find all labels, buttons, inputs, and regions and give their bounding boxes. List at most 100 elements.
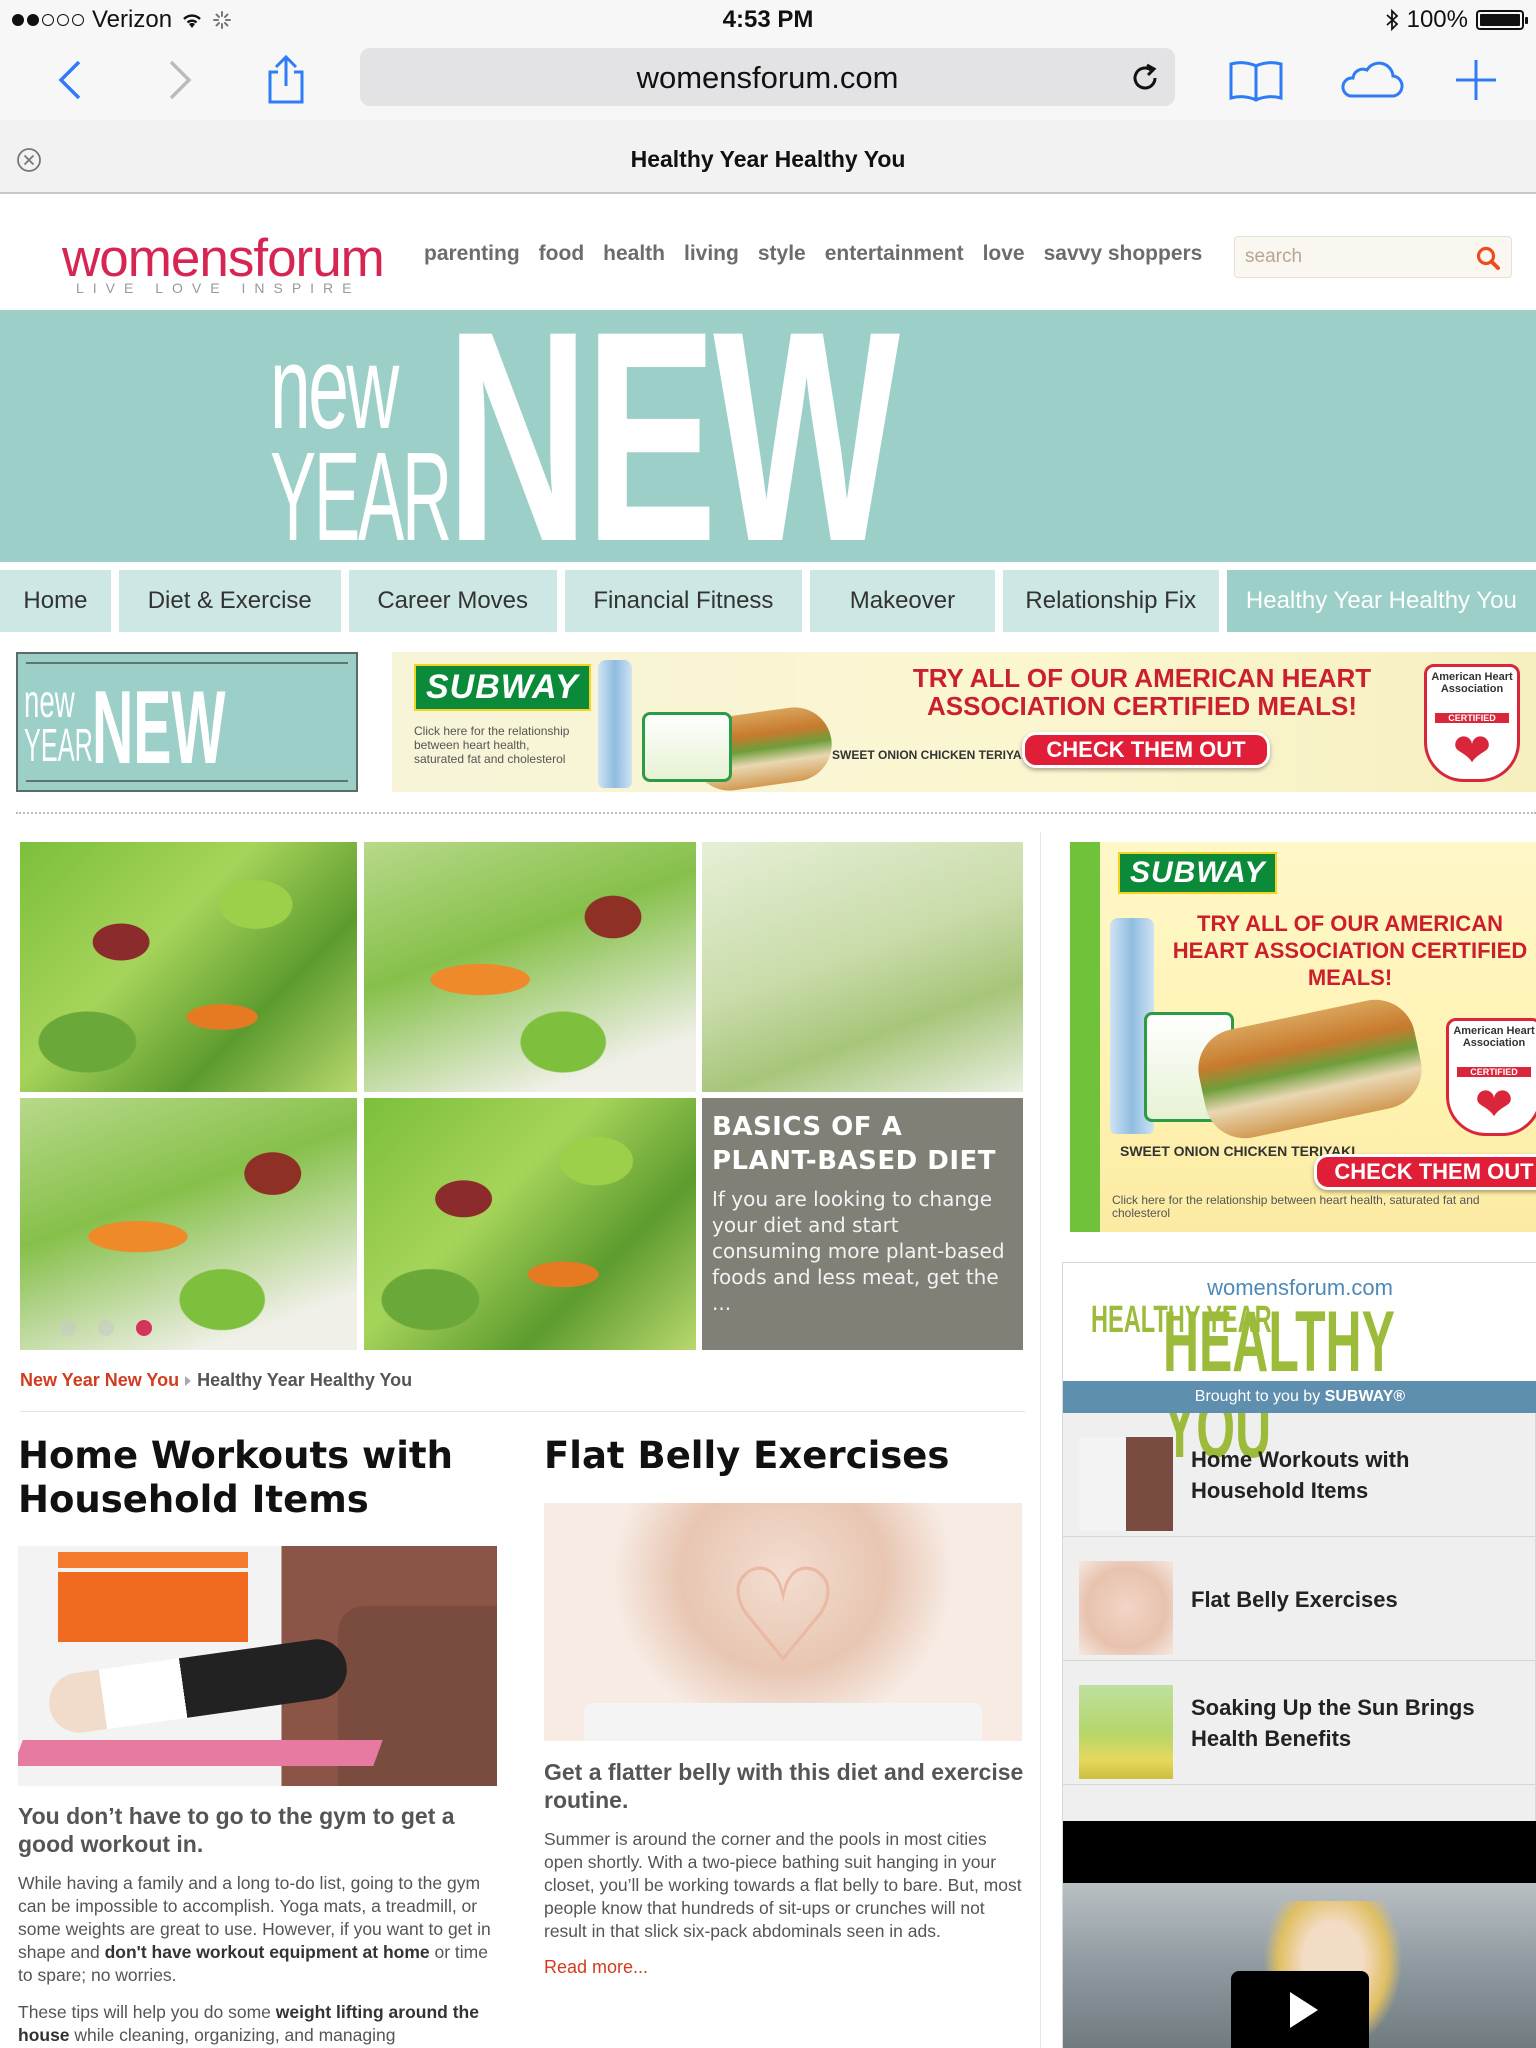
article-subtitle: You don’t have to go to the gym to get a…	[18, 1803, 455, 1857]
chevron-right-icon	[169, 60, 192, 100]
breadcrumb: New Year New You Healthy Year Healthy Yo…	[20, 1370, 412, 1391]
check-them-out-button[interactable]: CHECK THEM OUT	[1314, 1154, 1536, 1190]
reload-icon[interactable]	[1127, 60, 1163, 96]
pager-dot[interactable]	[98, 1320, 114, 1336]
ad-fine-print: Click here for the relationship between …	[414, 724, 570, 766]
water-bottle-image	[598, 660, 632, 788]
tab-healthy-year-healthy-you[interactable]: Healthy Year Healthy You	[1226, 570, 1536, 632]
article-subtitle: Get a flatter belly with this diet and e…	[544, 1759, 1024, 1813]
status-bar: Verizon 4:53 PM 100%	[0, 0, 1536, 40]
flat-belly-image[interactable]: ♡	[544, 1503, 1022, 1741]
battery-level	[1480, 14, 1520, 26]
icloud-tabs-button[interactable]	[1334, 50, 1406, 110]
check-them-out-button[interactable]: CHECK THEM OUT	[1022, 732, 1270, 768]
pager-dot[interactable]	[60, 1320, 76, 1336]
subway-logo: SUBWAY	[414, 664, 591, 711]
healthy-year-logo[interactable]: womensforum.com HEALTHY YEAR HEALTHY YOU	[1063, 1263, 1536, 1471]
search-box	[1234, 236, 1512, 278]
article-title[interactable]: Home Workouts with Household Items	[18, 1434, 498, 1522]
sidebar-item-flat-belly[interactable]: Flat Belly Exercises	[1063, 1537, 1536, 1661]
share-icon	[268, 54, 304, 104]
slide-pager	[60, 1320, 152, 1336]
sidebar-item-label: Flat Belly Exercises	[1191, 1586, 1398, 1612]
badge-text: American Heart Association	[1453, 1025, 1535, 1049]
badge-text: American Heart Association	[1431, 671, 1513, 695]
article-home-workouts: Home Workouts with Household Items	[18, 1434, 498, 1522]
breadcrumb-parent-link[interactable]: New Year New You	[20, 1370, 179, 1391]
top-navigation: parenting food health living style entertainm…	[424, 242, 1202, 266]
mini-logo-year: YEAR	[24, 719, 93, 771]
tab-home[interactable]: Home	[0, 570, 111, 632]
site-logo[interactable]: womensforum LIVE LOVE INSPIRE	[60, 204, 385, 296]
subway-sidebar-ad[interactable]: SUBWAY TRY ALL OF OUR AMERICAN HEART ASS…	[1070, 842, 1536, 1232]
tab-bar: Healthy Year Healthy You	[0, 120, 1536, 194]
address-bar[interactable]: womensforum.com	[360, 48, 1175, 106]
tab-title[interactable]: Healthy Year Healthy You	[0, 146, 1536, 173]
nav-link-food[interactable]: food	[539, 242, 584, 266]
play-icon[interactable]	[1231, 1971, 1369, 2048]
ad-headline: TRY ALL OF OUR AMERICAN HEART ASSOCIATIO…	[1172, 911, 1528, 990]
nav-link-health[interactable]: health	[603, 242, 665, 266]
workout-image[interactable]	[18, 1546, 497, 1786]
read-more-link[interactable]: Read more...	[544, 1957, 1024, 1978]
thumbnail-image	[1079, 1437, 1173, 1531]
salad-image-2	[364, 842, 696, 1092]
nav-link-love[interactable]: love	[983, 242, 1025, 266]
battery-percent: 100%	[1406, 6, 1468, 33]
sidebar-item-label: Home Workouts with Household Items	[1191, 1447, 1410, 1503]
column-divider	[1040, 832, 1041, 2048]
pager-dot[interactable]	[136, 1320, 152, 1336]
search-input[interactable]	[1245, 246, 1465, 268]
forward-button[interactable]	[150, 50, 210, 110]
tab-relationship-fix[interactable]: Relationship Fix	[1002, 570, 1219, 632]
salad-image-1	[20, 842, 357, 1092]
share-button[interactable]	[256, 50, 316, 110]
new-tab-button[interactable]	[1446, 50, 1506, 110]
divider	[20, 1411, 1025, 1412]
hand-heart-icon: ♡	[724, 1543, 842, 1689]
back-button[interactable]	[40, 50, 100, 110]
subway-logo: SUBWAY	[1118, 852, 1278, 894]
featured-slideshow[interactable]: BASICS OF A PLANT-BASED DIET If you are …	[20, 842, 1023, 1350]
tab-financial-fitness[interactable]: Financial Fitness	[564, 570, 803, 632]
tab-career-moves[interactable]: Career Moves	[348, 570, 557, 632]
nav-link-style[interactable]: style	[758, 242, 806, 266]
article-paragraph: While having a family and a long to-do l…	[18, 1873, 491, 1985]
search-icon[interactable]	[1475, 245, 1501, 271]
new-year-new-you-logo[interactable]: new YEAR NEW YOU	[16, 652, 358, 884]
sidebar-item-home-workouts[interactable]: Home Workouts with Household Items	[1063, 1413, 1536, 1537]
hero-title: NEW YOU	[446, 310, 900, 562]
nav-link-living[interactable]: living	[684, 242, 739, 266]
article-flat-belly-body: Get a flatter belly with this diet and e…	[544, 1758, 1024, 1978]
site-header: womensforum LIVE LOVE INSPIRE parenting f…	[0, 196, 1536, 310]
tab-makeover[interactable]: Makeover	[810, 570, 995, 632]
video-player[interactable]	[1063, 1821, 1536, 2048]
tab-diet-exercise[interactable]: Diet & Exercise	[118, 570, 341, 632]
section-navigation: Home Diet & Exercise Career Moves Financial…	[0, 570, 1536, 632]
plus-icon	[1456, 60, 1496, 100]
salad-image-5	[364, 1098, 696, 1350]
article-home-workouts-body: You don’t have to go to the gym to get a…	[18, 1802, 498, 2047]
subway-banner-ad[interactable]: SUBWAY Click here for the relationship b…	[392, 652, 1536, 792]
nav-link-entertainment[interactable]: entertainment	[825, 242, 964, 266]
hero-line-year: YEAR	[270, 426, 452, 562]
nav-link-parenting[interactable]: parenting	[424, 242, 520, 266]
bookmarks-button[interactable]	[1226, 50, 1286, 110]
breadcrumb-separator-icon	[185, 1375, 192, 1386]
slide-caption[interactable]: BASICS OF A PLANT-BASED DIET If you are …	[702, 1098, 1023, 1350]
book-icon	[1229, 61, 1283, 102]
chevron-left-icon	[58, 60, 81, 100]
slide-text: If you are looking to change your diet a…	[712, 1187, 1005, 1315]
heart-association-badge: American Heart Association CERTIFIED ❤	[1446, 1018, 1536, 1136]
article-flat-belly: Flat Belly Exercises	[544, 1434, 1024, 1478]
ad-headline: TRY ALL OF OUR AMERICAN HEART ASSOCIATIO…	[912, 663, 1372, 721]
article-title[interactable]: Flat Belly Exercises	[544, 1434, 1024, 1478]
product-name: SWEET ONION CHICKEN TERIYAKI	[832, 748, 1034, 762]
nav-link-savvy-shoppers[interactable]: savvy shoppers	[1044, 242, 1203, 266]
sidebar-item-soaking-sun[interactable]: Soaking Up the Sun Brings Health Benefit…	[1063, 1661, 1536, 1785]
thumbnail-image	[1079, 1561, 1173, 1655]
heart-association-badge: American Heart Association CERTIFIED ❤	[1424, 664, 1520, 782]
ad-fine-print: Click here for the relationship between …	[1112, 1193, 1480, 1220]
slide-title: BASICS OF A PLANT-BASED DIET	[712, 1112, 997, 1176]
article-paragraph: These tips will help you do some weight …	[18, 2002, 479, 2045]
